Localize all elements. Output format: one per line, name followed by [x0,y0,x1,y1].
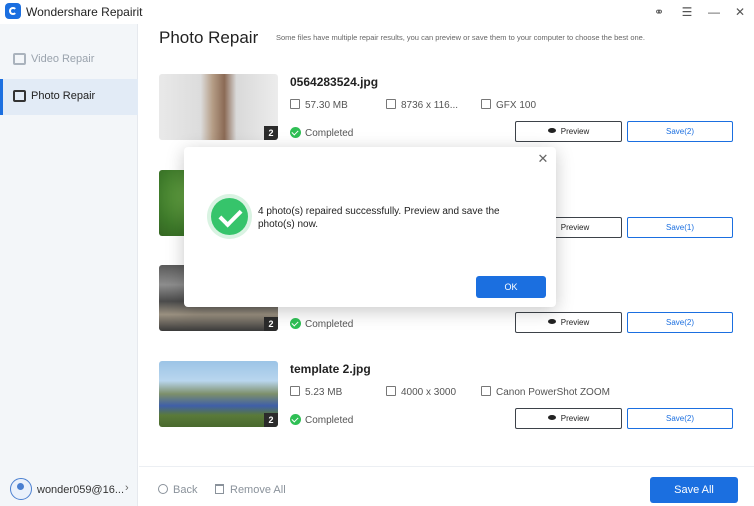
file-camera: Canon PowerShot ZOOM [481,386,610,398]
file-icon [290,99,300,109]
check-icon [290,414,301,425]
menu-icon[interactable]: ☰ [679,4,695,20]
sidebar-item-label: Photo Repair [31,90,96,102]
app-title: Wondershare Repairit [26,5,143,19]
avatar [10,478,32,500]
status-badge: Completed [290,414,353,426]
eye-icon [547,319,556,324]
eye-icon [547,128,556,133]
trash-icon [215,484,224,494]
preview-button[interactable]: Preview [515,312,622,333]
save-button[interactable]: Save(2) [627,121,733,142]
preview-button[interactable]: Preview [515,121,622,142]
chevron-right-icon: › [125,482,129,494]
ok-button[interactable]: OK [476,276,546,298]
dialog-message: 4 photo(s) repaired successfully. Previe… [258,206,500,230]
result-count-badge: 2 [264,317,278,331]
list-item: 2 template 2.jpg 5.23 MB 4000 x 3000 Can… [159,361,739,429]
file-size: 57.30 MB [290,99,348,111]
footer: Back Remove All Save All [139,466,754,506]
save-button[interactable]: Save(2) [627,312,733,333]
resolution-icon [386,386,396,396]
user-name: wonder059@16... [37,484,125,496]
eye-icon [547,415,556,420]
file-name: 0564283524.jpg [290,75,379,89]
app-logo-icon [5,3,21,19]
sidebar-item-photo-repair[interactable]: Photo Repair [0,79,138,115]
remove-all-button[interactable]: Remove All [215,484,286,496]
sidebar-item-label: Video Repair [31,53,95,65]
status-badge: Completed [290,318,353,330]
result-count-badge: 2 [264,126,278,140]
save-button[interactable]: Save(1) [627,217,733,238]
sidebar: Video Repair Photo Repair wonder059@16..… [0,24,138,506]
success-dialog: ✕ 4 photo(s) repaired successfully. Prev… [184,147,556,307]
list-item: 2 0564283524.jpg 57.30 MB 8736 x 116... … [159,74,739,142]
file-icon [290,386,300,396]
user-account[interactable]: wonder059@16... › [0,474,138,506]
close-window-icon[interactable]: ✕ [732,4,748,20]
camera-icon [481,386,491,396]
file-size: 5.23 MB [290,386,342,398]
file-resolution: 8736 x 116... [386,99,458,111]
save-button[interactable]: Save(2) [627,408,733,429]
title-bar: Wondershare Repairit ⚭ ☰ — ✕ [0,0,754,24]
preview-button[interactable]: Preview [515,408,622,429]
camera-icon [481,99,491,109]
check-icon [290,318,301,329]
back-button[interactable]: Back [158,484,197,496]
resolution-icon [386,99,396,109]
sidebar-item-video-repair[interactable]: Video Repair [0,42,138,78]
headset-icon[interactable]: ⚭ [651,4,667,20]
minimize-icon[interactable]: — [706,4,722,20]
file-name: template 2.jpg [290,362,371,376]
save-all-button[interactable]: Save All [650,477,738,503]
photo-icon [13,90,26,102]
video-icon [13,53,26,65]
status-badge: Completed [290,127,353,139]
page-subtitle: Some files have multiple repair results,… [276,33,645,42]
close-icon[interactable]: ✕ [536,152,550,166]
file-resolution: 4000 x 3000 [386,386,456,398]
photo-thumbnail[interactable]: 2 [159,74,278,140]
file-camera: GFX 100 [481,99,536,111]
back-arrow-icon [158,484,168,494]
check-icon [290,127,301,138]
photo-thumbnail[interactable]: 2 [159,361,278,427]
page-title: Photo Repair [159,28,259,47]
success-check-icon [211,198,248,235]
result-count-badge: 2 [264,413,278,427]
